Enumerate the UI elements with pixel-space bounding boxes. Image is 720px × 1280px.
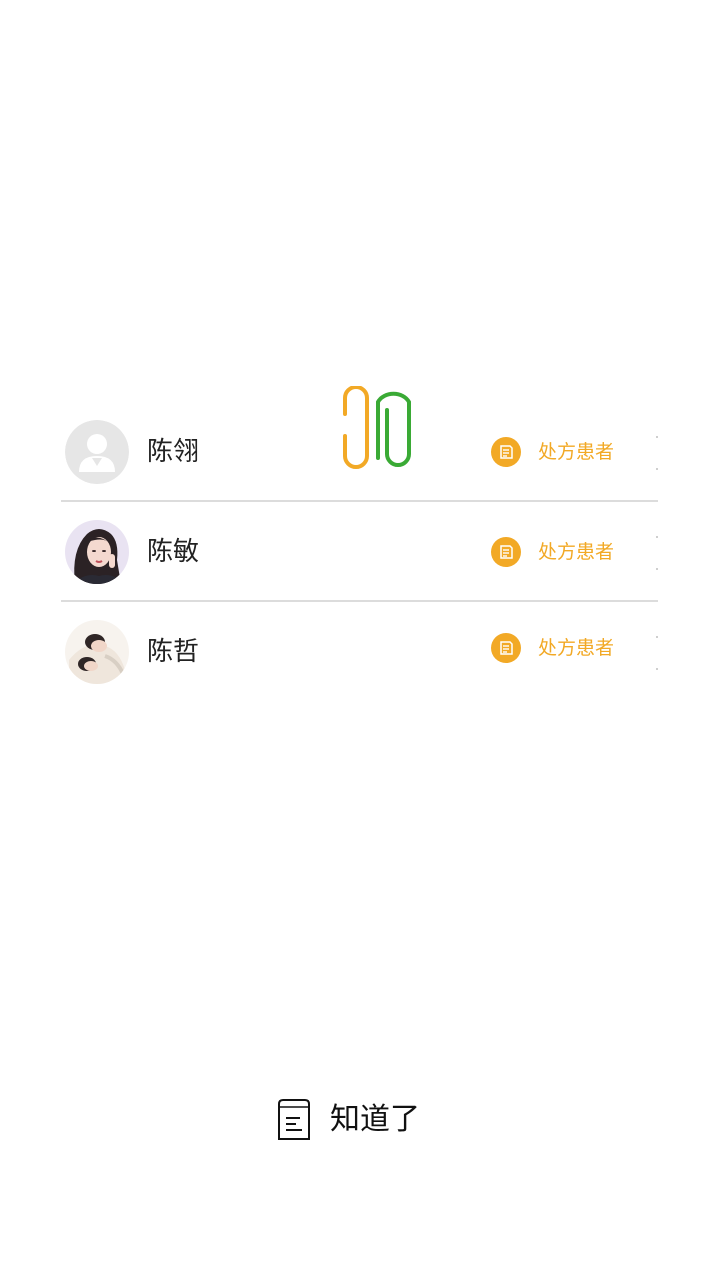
photo-avatar-icon: [65, 620, 129, 684]
patient-tag: 处方患者: [491, 632, 614, 664]
prescription-icon: [491, 437, 521, 467]
patient-name: 陈哲: [147, 637, 200, 667]
prescription-icon: [491, 633, 521, 663]
paperclip-icon: [343, 386, 411, 469]
row-edge-marks: [656, 536, 658, 570]
ok-button-label: 知道了: [330, 1102, 420, 1137]
avatar: [65, 420, 129, 484]
patient-tag-label: 处方患者: [538, 541, 615, 563]
patient-tag: 处方患者: [491, 436, 614, 468]
patient-name: 陈翎: [147, 437, 200, 467]
patient-tag-label: 处方患者: [538, 441, 615, 463]
default-avatar-icon: [65, 420, 129, 484]
patient-row[interactable]: 陈敏 处方患者: [61, 502, 658, 602]
ok-button[interactable]: 知道了: [276, 1098, 420, 1142]
avatar: [65, 620, 129, 684]
patient-row[interactable]: 陈哲 处方患者: [61, 602, 658, 700]
patient-tag: 处方患者: [491, 536, 614, 568]
patient-name: 陈敏: [147, 537, 200, 567]
photo-avatar-icon: [65, 520, 129, 584]
row-edge-marks: [656, 436, 658, 470]
avatar: [65, 520, 129, 584]
document-icon: [278, 1099, 310, 1140]
patient-tag-label: 处方患者: [538, 637, 615, 659]
row-edge-marks: [656, 636, 658, 670]
prescription-icon: [491, 537, 521, 567]
